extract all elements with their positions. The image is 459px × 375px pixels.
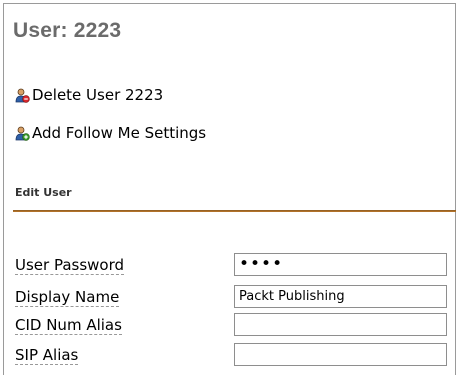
add-follow-me-label: Add Follow Me Settings (32, 124, 207, 142)
cid-num-alias-label: CID Num Alias (15, 316, 122, 335)
user-icon (15, 88, 30, 103)
display-name-input[interactable] (234, 285, 447, 308)
display-name-label: Display Name (15, 288, 120, 307)
delete-user-link[interactable]: Delete User 2223 (15, 86, 163, 104)
section-heading: Edit User (15, 186, 72, 199)
password-label: User Password (15, 256, 125, 275)
sip-alias-input[interactable] (234, 343, 447, 366)
form-row-cid-num-alias: CID Num Alias (15, 313, 450, 336)
user-icon (15, 126, 30, 141)
delete-user-label: Delete User 2223 (32, 86, 164, 104)
form-row-display-name: Display Name (15, 285, 450, 308)
add-follow-me-link[interactable]: Add Follow Me Settings (15, 124, 206, 142)
form-row-sip-alias: SIP Alias (15, 343, 450, 366)
section-divider (13, 210, 456, 212)
cid-num-alias-input[interactable] (234, 313, 447, 336)
sip-alias-label: SIP Alias (15, 346, 79, 365)
password-input[interactable] (234, 253, 447, 276)
form-row-password: User Password (15, 253, 450, 276)
page-title: User: 2223 (13, 19, 122, 42)
